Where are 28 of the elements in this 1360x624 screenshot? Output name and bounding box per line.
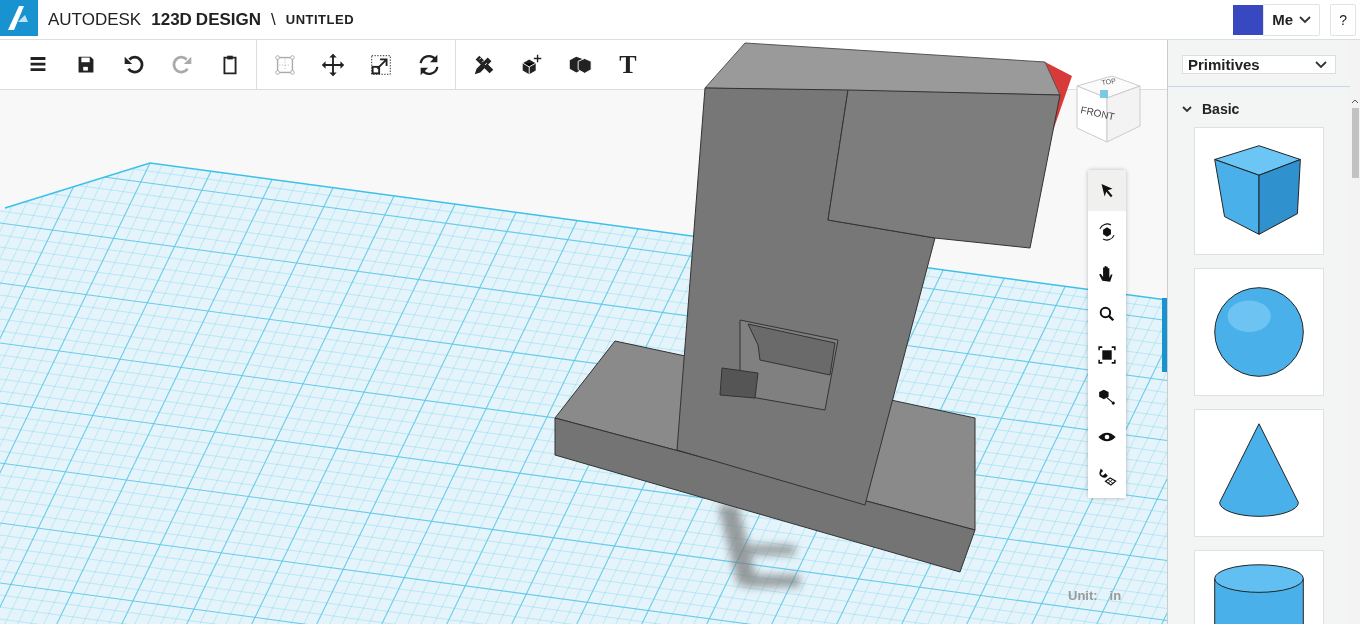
scrollbar-thumb[interactable] xyxy=(1351,108,1359,178)
snap-tool-button[interactable] xyxy=(1088,457,1126,498)
path-separator: \ xyxy=(271,9,276,30)
category-dropdown[interactable]: Primitives xyxy=(1182,55,1336,74)
scroll-up-icon xyxy=(1351,98,1359,104)
select-tool-button[interactable] xyxy=(1088,170,1126,211)
chevron-down-icon xyxy=(1299,15,1312,24)
avatar-picture xyxy=(1233,4,1264,35)
product-name: 123D xyxy=(151,9,192,30)
sphere-shape-tile[interactable] xyxy=(1194,268,1324,396)
orbit-tool-button[interactable] xyxy=(1088,211,1126,252)
help-button[interactable]: ? xyxy=(1330,3,1356,36)
unit-label: Unit: xyxy=(1068,588,1098,603)
panel-collapse-handle[interactable] xyxy=(1162,298,1167,372)
chevron-down-icon xyxy=(1315,60,1327,69)
text-tool-button[interactable]: T xyxy=(612,44,644,85)
brand-name: AUTODESK xyxy=(48,9,142,30)
orbit-cube-icon xyxy=(1096,220,1118,243)
product-name-suffix: DESIGN xyxy=(195,9,262,30)
cone-shape-tile[interactable] xyxy=(1194,409,1324,537)
fit-frame-icon xyxy=(1096,343,1118,366)
magnet-icon xyxy=(1096,466,1118,489)
chevron-icon xyxy=(1182,105,1192,113)
unit-value: in xyxy=(1109,588,1122,603)
user-menu-button[interactable]: Me xyxy=(1263,3,1321,36)
move-arrows-icon xyxy=(320,51,346,78)
document-title: UNTITLED xyxy=(285,12,355,27)
box-shape-tile[interactable] xyxy=(1194,127,1324,255)
